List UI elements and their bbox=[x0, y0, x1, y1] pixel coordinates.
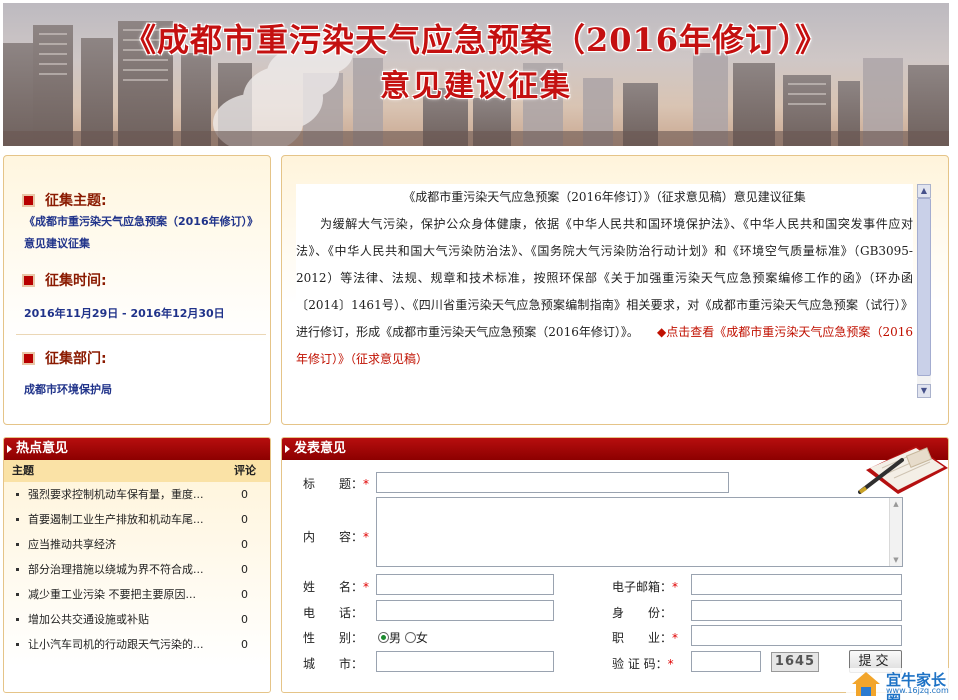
intro-scrollbar[interactable]: ▲ ▼ bbox=[917, 184, 931, 398]
content-label: 内 容：* bbox=[303, 530, 370, 544]
content-textarea[interactable]: ▲ ▼ bbox=[376, 497, 903, 567]
city-input[interactable] bbox=[376, 651, 554, 672]
hot-opinions-panel: 热点意见 主题 评论 强烈要求控制机动车保有量，重度... 0 首要遏制工业生产排… bbox=[3, 437, 271, 693]
list-item[interactable]: 应当推动共享经济 0 bbox=[4, 532, 270, 557]
arrow-right-icon bbox=[7, 445, 12, 453]
divider bbox=[16, 334, 266, 335]
job-label: 职 业：* bbox=[612, 631, 679, 645]
intro-paragraph: 为缓解大气污染，保护公众身体健康，依据《中华人民共和国环境保护法》、《中华人民共… bbox=[296, 217, 913, 366]
hot-column-headers: 主题 评论 bbox=[4, 460, 270, 482]
email-input[interactable] bbox=[691, 574, 902, 595]
form-heading: 发表意见 bbox=[282, 438, 948, 460]
job-input[interactable] bbox=[691, 625, 902, 646]
bullet-square-icon bbox=[22, 273, 35, 287]
gender-label: 性 别： bbox=[303, 631, 364, 645]
gender-male-label[interactable]: 男 bbox=[389, 631, 401, 645]
gender-male-radio[interactable] bbox=[378, 632, 389, 643]
list-item[interactable]: 增加公共交通设施或补贴 0 bbox=[4, 607, 270, 632]
phone-label: 电 话： bbox=[303, 606, 364, 620]
list-item[interactable]: 强烈要求控制机动车保有量，重度... 0 bbox=[4, 482, 270, 507]
watermark-text: 宜牛家长圈 bbox=[886, 671, 947, 700]
theme-value[interactable]: 《成都市重污染天气应急预案（2016年修订）》意见建议征集 bbox=[24, 211, 264, 255]
time-heading: 征集时间: bbox=[22, 270, 107, 290]
title-label: 标 题：* bbox=[303, 477, 370, 491]
city-label: 城 市： bbox=[303, 657, 364, 671]
bullet-dot-icon bbox=[16, 643, 19, 646]
bullet-dot-icon bbox=[16, 618, 19, 621]
bullet-dot-icon bbox=[16, 518, 19, 521]
captcha-input[interactable] bbox=[691, 651, 761, 672]
scroll-thumb[interactable] bbox=[917, 198, 931, 376]
info-panel: 征集主题: 《成都市重污染天气应急预案（2016年修订）》意见建议征集 征集时间… bbox=[3, 155, 271, 425]
scroll-up-icon[interactable]: ▲ bbox=[917, 184, 931, 198]
gender-female-label[interactable]: 女 bbox=[416, 631, 428, 645]
intro-text-area: 《成都市重污染天气应急预案（2016年修订）》（征求意见稿）意见建议征集 为缓解… bbox=[296, 184, 913, 394]
dept-value: 成都市环境保护局 bbox=[24, 383, 112, 396]
banner: 《成都市重污染天气应急预案（2016年修订）》 意见建议征集 bbox=[3, 3, 949, 146]
banner-title: 《成都市重污染天气应急预案（2016年修订）》 bbox=[123, 21, 829, 59]
bullet-dot-icon bbox=[16, 593, 19, 596]
bullet-dot-icon bbox=[16, 493, 19, 496]
list-item[interactable]: 让小汽车司机的行动跟天气污染的... 0 bbox=[4, 632, 270, 657]
bullet-dot-icon bbox=[16, 568, 19, 571]
list-item[interactable]: 首要遏制工业生产排放和机动车尾... 0 bbox=[4, 507, 270, 532]
captcha-image[interactable]: 1645 bbox=[771, 652, 819, 672]
scroll-down-icon[interactable]: ▼ bbox=[890, 554, 902, 566]
bullet-square-icon bbox=[22, 351, 35, 365]
scroll-up-icon[interactable]: ▲ bbox=[890, 498, 902, 510]
title-input[interactable] bbox=[376, 472, 729, 493]
identity-input[interactable] bbox=[691, 600, 902, 621]
dept-heading: 征集部门: bbox=[22, 348, 107, 368]
time-value: 2016年11月29日 - 2016年12月30日 bbox=[24, 307, 225, 320]
bullet-square-icon bbox=[22, 193, 35, 207]
intro-title: 《成都市重污染天气应急预案（2016年修订）》（征求意见稿）意见建议征集 bbox=[403, 190, 806, 204]
email-label: 电子邮箱：* bbox=[612, 580, 679, 594]
theme-heading: 征集主题: bbox=[22, 190, 107, 210]
gender-options: 男 女 bbox=[378, 629, 428, 646]
captcha-label: 验 证 码：* bbox=[612, 657, 674, 671]
scroll-down-icon[interactable]: ▼ bbox=[917, 384, 931, 398]
name-label: 姓 名：* bbox=[303, 580, 370, 594]
intro-panel: 《成都市重污染天气应急预案（2016年修订）》（征求意见稿）意见建议征集 为缓解… bbox=[281, 155, 949, 425]
list-item[interactable]: 减少重工业污染 不要把主要原因... 0 bbox=[4, 582, 270, 607]
banner-subtitle: 意见建议征集 bbox=[380, 69, 572, 104]
phone-input[interactable] bbox=[376, 600, 554, 621]
arrow-right-icon bbox=[285, 445, 290, 453]
name-input[interactable] bbox=[376, 574, 554, 595]
hot-heading: 热点意见 bbox=[4, 438, 270, 460]
list-item[interactable]: 部分治理措施以绕城为界不符合成... 0 bbox=[4, 557, 270, 582]
bullet-dot-icon bbox=[16, 543, 19, 546]
textarea-scrollbar[interactable]: ▲ ▼ bbox=[889, 498, 902, 566]
notebook-pen-icon bbox=[858, 446, 948, 494]
watermark-url: www.16jzq.com bbox=[886, 686, 949, 695]
gender-female-radio[interactable] bbox=[404, 632, 416, 643]
hot-list: 强烈要求控制机动车保有量，重度... 0 首要遏制工业生产排放和机动车尾... 0 … bbox=[4, 482, 270, 657]
identity-label: 身 份： bbox=[612, 606, 673, 620]
